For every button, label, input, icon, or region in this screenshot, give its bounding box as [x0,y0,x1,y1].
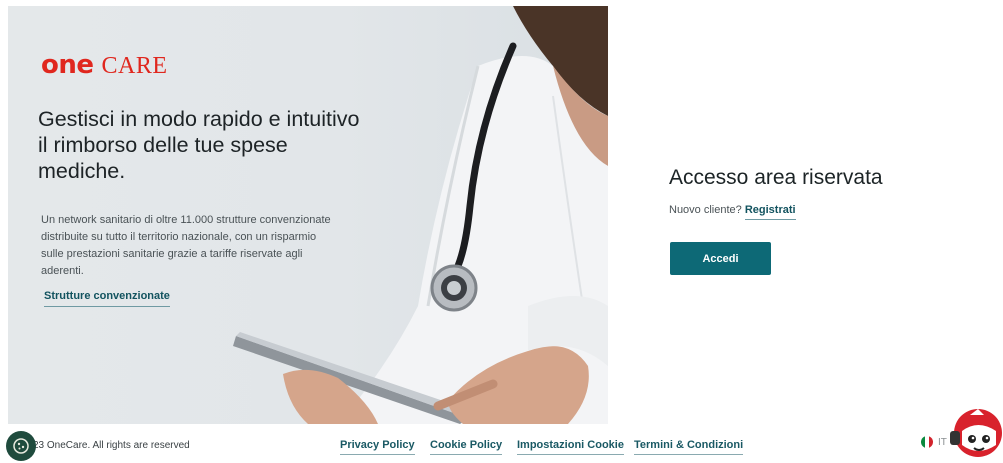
new-client-row: Nuovo cliente? Registrati [669,204,883,220]
chat-mascot-icon[interactable] [948,401,1003,463]
login-panel: Accesso area riservata Nuovo cliente? Re… [669,166,883,220]
login-title: Accesso area riservata [669,166,883,189]
privacy-policy-link[interactable]: Privacy Policy [340,439,415,455]
language-selector[interactable]: IT [921,436,947,448]
hero-banner: one CARE Gestisci in modo rapido e intui… [8,6,608,424]
cookie-settings-link[interactable]: Impostazioni Cookie [517,439,624,455]
hero-description: Un network sanitario di oltre 11.000 str… [41,214,331,277]
language-label: IT [938,436,947,448]
register-link[interactable]: Registrati [744,204,796,220]
terms-link[interactable]: Termini & Condizioni [634,439,744,455]
cookie-policy-link[interactable]: Cookie Policy [430,439,503,455]
cookie-icon [13,438,29,454]
login-button[interactable]: Accedi [670,242,771,275]
copyright-text: 23 OneCare. All rights are reserved [33,440,190,451]
strutture-convenzionate-link[interactable]: Strutture convenzionate [44,290,170,307]
logo-one: one [41,50,94,80]
logo-care: CARE [101,53,168,79]
footer: 23 OneCare. All rights are reserved Priv… [0,424,1003,463]
onecare-logo[interactable]: one CARE [41,50,168,80]
italy-flag-icon [921,436,933,448]
hero-headline: Gestisci in modo rapido e intuitivo il r… [38,107,360,183]
cookie-settings-button[interactable] [6,431,36,461]
new-client-text: Nuovo cliente? [669,204,742,216]
